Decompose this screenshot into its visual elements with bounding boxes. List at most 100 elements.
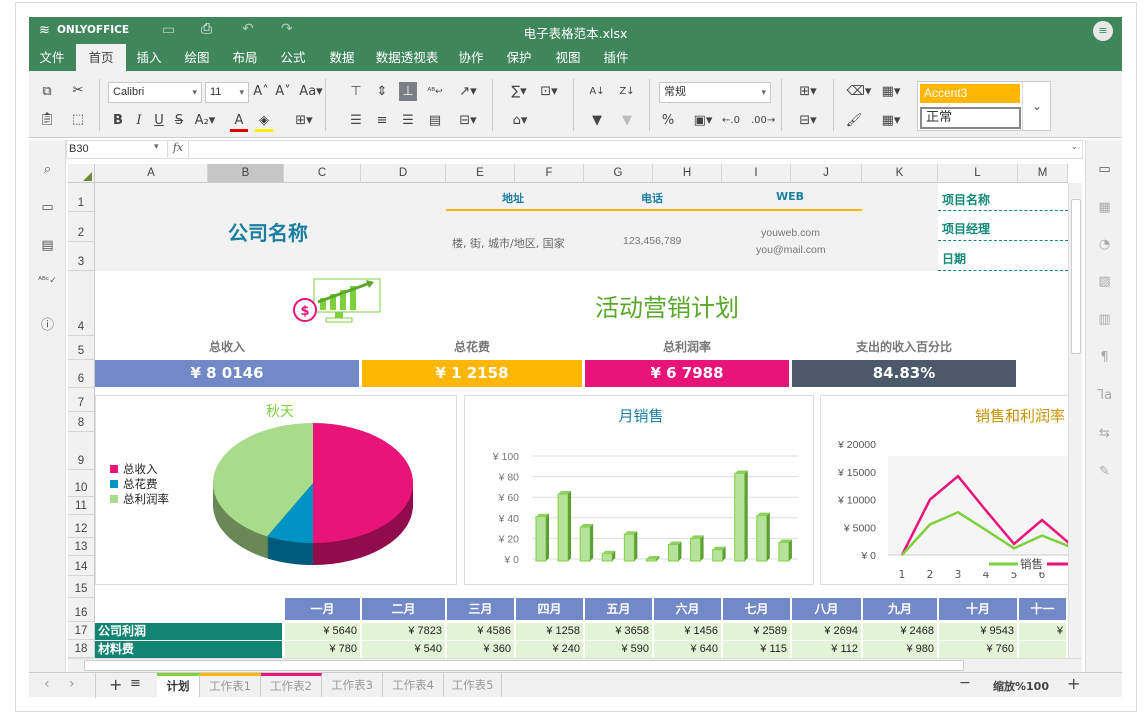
italic-icon[interactable]: I <box>130 113 148 129</box>
table-cell[interactable]: ¥ 760 <box>939 641 1017 658</box>
styles-expand-icon[interactable]: ⌄ <box>1022 82 1051 130</box>
menu-tab[interactable]: 视图 <box>544 44 592 71</box>
spellcheck-icon[interactable]: ᴬᴮᶜ✓ <box>29 276 66 286</box>
paragraph-settings-icon[interactable]: ¶ <box>1086 350 1123 365</box>
delete-cells-icon[interactable]: ⊟▾ <box>794 113 822 129</box>
select-all-corner[interactable] <box>68 164 95 183</box>
conditional-format-icon[interactable]: ▦▾ <box>877 84 905 100</box>
add-sheet-icon[interactable]: + <box>109 675 122 694</box>
table-cell[interactable]: ¥ 3658 <box>585 623 652 640</box>
sum-icon[interactable]: ∑▾ <box>506 84 532 100</box>
sheet-tab[interactable]: 工作表3 <box>322 673 383 697</box>
table-cell[interactable]: ¥ 1456 <box>654 623 721 640</box>
sheet-list-icon[interactable]: ≡ <box>130 676 141 691</box>
table-cell[interactable]: ¥ <box>1019 623 1066 640</box>
column-header[interactable]: I <box>722 164 791 183</box>
bar[interactable] <box>690 537 702 562</box>
zoom-level[interactable]: 缩放%100 <box>993 678 1049 694</box>
menu-tab[interactable]: 公式 <box>269 44 317 71</box>
column-header[interactable]: J <box>791 164 862 183</box>
vertical-scroll-thumb[interactable] <box>1071 199 1081 354</box>
row-header[interactable]: 9 <box>68 432 95 470</box>
bar[interactable] <box>756 515 768 562</box>
pivot-settings-icon[interactable]: ⇆ <box>1086 426 1123 441</box>
function-icon[interactable]: fx <box>167 141 189 158</box>
sort-ascending-icon[interactable]: A↓ <box>588 84 606 100</box>
sheet-tab[interactable]: 计划 <box>157 673 200 697</box>
textart-settings-icon[interactable]: Ꞁa <box>1086 388 1123 403</box>
bar[interactable] <box>557 493 569 562</box>
copy-style-icon[interactable]: 🖌︎ <box>845 113 863 129</box>
menu-tab[interactable]: 数据透视表 <box>367 44 447 71</box>
row-header[interactable]: 8 <box>68 412 95 432</box>
format-as-table-icon[interactable]: ▦▾ <box>877 113 905 129</box>
bar[interactable] <box>778 541 790 562</box>
signature-settings-icon[interactable]: ✎ <box>1086 464 1123 479</box>
subscript-icon[interactable]: A₂▾ <box>192 113 218 129</box>
align-center-icon[interactable]: ≡ <box>373 113 391 129</box>
sort-descending-icon[interactable]: Z↓ <box>618 84 636 100</box>
expand-formula-icon[interactable]: ⌄ <box>1070 142 1078 152</box>
table-cell[interactable]: ¥ 540 <box>362 641 445 658</box>
chart-settings-icon[interactable]: ▥ <box>1086 312 1123 327</box>
horizontal-scrollbar[interactable] <box>68 658 1082 672</box>
cell-settings-icon[interactable]: ▭ <box>1086 162 1123 177</box>
align-left-icon[interactable]: ☰ <box>347 113 365 129</box>
column-header[interactable]: F <box>515 164 584 183</box>
menu-tab[interactable]: 文件 <box>29 44 75 71</box>
next-sheet-icon[interactable]: › <box>69 676 75 692</box>
row-header[interactable]: 3 <box>68 242 95 271</box>
row-header[interactable]: 1 <box>68 183 95 212</box>
bar[interactable] <box>668 544 679 562</box>
menu-tab[interactable]: 布局 <box>221 44 269 71</box>
insert-cells-icon[interactable]: ⊞▾ <box>794 84 822 100</box>
row-header[interactable]: 16 <box>68 598 95 622</box>
table-cell[interactable] <box>1019 641 1066 658</box>
row-header[interactable]: 15 <box>68 576 95 598</box>
clear-icon[interactable]: ⌫▾ <box>845 84 873 100</box>
bar[interactable] <box>601 553 613 562</box>
menu-tab[interactable]: 插件 <box>592 44 640 71</box>
strikethrough-icon[interactable]: S <box>170 113 188 129</box>
sheet-tab[interactable]: 工作表4 <box>383 673 444 697</box>
named-ranges-icon[interactable]: ⌂▾ <box>506 113 534 129</box>
bar[interactable] <box>712 549 724 562</box>
column-header[interactable]: L <box>938 164 1018 183</box>
table-cell[interactable]: ¥ 2589 <box>723 623 790 640</box>
user-avatar[interactable]: ≡ <box>1093 21 1113 41</box>
sheet-tab[interactable]: 工作表2 <box>261 673 322 697</box>
menu-tab[interactable]: 插入 <box>125 44 173 71</box>
column-header[interactable]: M <box>1018 164 1068 183</box>
filter-icon[interactable]: ▼ <box>588 113 606 129</box>
table-cell[interactable]: ¥ 240 <box>516 641 583 658</box>
row-header[interactable]: 10 <box>68 470 95 497</box>
row-header[interactable]: 5 <box>68 336 95 360</box>
style-normal[interactable]: 正常 <box>920 107 1021 129</box>
cell-reference[interactable]: B30 <box>69 143 89 155</box>
underline-icon[interactable]: U <box>150 113 168 129</box>
row-header[interactable]: 12 <box>68 515 95 538</box>
row-header[interactable]: 11 <box>68 497 95 515</box>
increase-decimal-icon[interactable]: .00→ <box>751 113 775 129</box>
shape-settings-icon[interactable]: ◔ <box>1086 237 1123 252</box>
column-header[interactable]: A <box>95 164 208 183</box>
row-header[interactable]: 13 <box>68 538 95 556</box>
select-all-icon[interactable]: ⬚ <box>69 112 87 128</box>
table-cell[interactable]: ¥ 360 <box>447 641 514 658</box>
bar[interactable] <box>579 526 591 562</box>
column-header[interactable]: B <box>208 164 284 183</box>
table-cell[interactable]: ¥ 1258 <box>516 623 583 640</box>
number-format-select[interactable]: 常规 ▾ <box>659 82 771 103</box>
table-cell[interactable]: ¥ 640 <box>654 641 721 658</box>
prev-sheet-icon[interactable]: ‹ <box>44 676 50 692</box>
menu-tab[interactable]: 首页 <box>76 44 126 71</box>
line-chart[interactable]: 销售和利润率 ¥ 0 ¥ 5000 ¥ 10000 ¥ 15000 ¥ 20000 1 2 3 4… <box>820 395 1080 585</box>
row-header[interactable]: 14 <box>68 556 95 576</box>
sheet-tab[interactable]: 工作表1 <box>200 673 261 697</box>
table-cell[interactable]: ¥ 5640 <box>285 623 360 640</box>
currency-icon[interactable]: ▣▾ <box>689 113 717 129</box>
bar[interactable] <box>623 533 635 562</box>
row-header[interactable]: 7 <box>68 388 95 412</box>
table-cell[interactable]: ¥ 590 <box>585 641 652 658</box>
menu-tab[interactable]: 协作 <box>447 44 495 71</box>
